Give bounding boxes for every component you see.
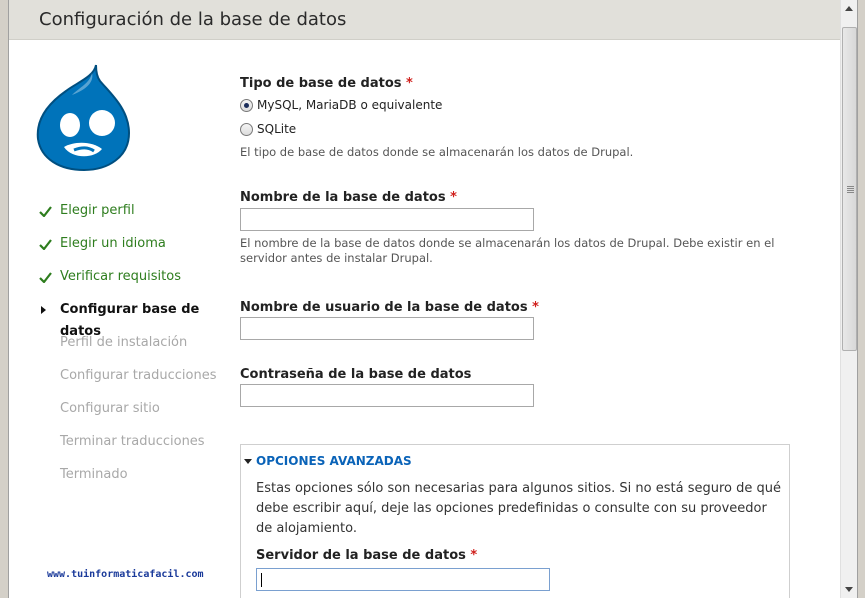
scroll-thumb[interactable]: [842, 27, 857, 351]
required-mark: *: [450, 190, 457, 205]
scroll-down-button[interactable]: [841, 581, 857, 598]
db-name-description: El nombre de la base de datos donde se a…: [240, 236, 775, 265]
db-pass-label: Contraseña de la base de datos: [240, 367, 472, 382]
step-elegir-perfil: Elegir perfil: [39, 200, 239, 233]
advanced-options-toggle[interactable]: OPCIONES AVANZADAS: [244, 454, 412, 468]
install-steps: Elegir perfil Elegir un idioma Verificar…: [39, 200, 239, 497]
radio-mysql[interactable]: [240, 98, 253, 112]
chevron-down-icon: [845, 587, 853, 592]
db-type-description: El tipo de base de datos donde se almace…: [240, 145, 634, 159]
db-user-input[interactable]: [240, 317, 534, 340]
required-mark: *: [470, 548, 478, 563]
advanced-options-description: Estas opciones sólo son necesarias para …: [256, 481, 781, 536]
step-terminado: Terminado: [39, 464, 239, 497]
page-header: Configuración de la base de datos: [9, 0, 840, 40]
triangle-down-icon: [244, 458, 252, 464]
required-mark: *: [406, 76, 413, 91]
grip-line: [847, 190, 854, 191]
db-host-input[interactable]: [256, 568, 550, 591]
step-configurar-sitio: Configurar sitio: [39, 398, 239, 431]
step-label: Elegir perfil: [60, 203, 135, 218]
window-frame-left: [0, 0, 9, 598]
db-type-option-mysql[interactable]: MySQL, MariaDB o equivalente: [240, 93, 800, 117]
chevron-up-icon: [845, 6, 853, 11]
step-label: Elegir un idioma: [60, 236, 166, 251]
step-verificar-requisitos: Verificar requisitos: [39, 266, 239, 299]
vertical-scrollbar[interactable]: [840, 0, 857, 598]
step-configurar-base-datos: Configurar base de datos: [39, 299, 239, 339]
db-name-input[interactable]: [240, 208, 534, 231]
grip-line: [847, 192, 854, 193]
step-elegir-idioma: Elegir un idioma: [39, 233, 239, 266]
db-pass-input[interactable]: [240, 384, 534, 407]
arrow-right-icon: [39, 299, 55, 321]
check-icon: [39, 233, 55, 255]
step-label: Terminar traducciones: [60, 434, 205, 449]
drupal-drop-logo: [36, 64, 131, 171]
step-configurar-traducciones: Configurar traducciones: [39, 365, 239, 398]
grip-line: [847, 186, 854, 187]
radio-sqlite[interactable]: [240, 122, 253, 136]
step-perfil-instalacion: Perfil de instalación: [39, 332, 239, 365]
database-form: Tipo de base de datos * MySQL, MariaDB o…: [240, 76, 800, 407]
grip-line: [847, 188, 854, 189]
window-frame-right: [857, 0, 865, 598]
db-name-label: Nombre de la base de datos *: [240, 190, 457, 205]
db-type-option-sqlite[interactable]: SQLite: [240, 117, 800, 141]
step-terminar-traducciones: Terminar traducciones: [39, 431, 239, 464]
check-icon: [39, 200, 55, 222]
page-title: Configuración de la base de datos: [39, 9, 347, 30]
step-label: Terminado: [60, 467, 128, 482]
option-label: MySQL, MariaDB o equivalente: [257, 98, 443, 112]
required-mark: *: [532, 300, 539, 315]
check-icon: [39, 266, 55, 288]
watermark: www.tuinformaticafacil.com: [47, 569, 204, 580]
step-label: Verificar requisitos: [60, 269, 181, 284]
db-type-label: Tipo de base de datos *: [240, 76, 413, 91]
step-label: Configurar traducciones: [60, 368, 217, 383]
text-caret: [261, 573, 262, 587]
db-host-label: Servidor de la base de datos *: [256, 548, 478, 563]
install-page: Configuración de la base de datos Elegir…: [9, 0, 840, 598]
step-label: Perfil de instalación: [60, 335, 188, 350]
step-label: Configurar sitio: [60, 401, 160, 416]
advanced-options-fieldset: OPCIONES AVANZADAS Estas opciones sólo s…: [240, 444, 790, 598]
option-label: SQLite: [257, 122, 297, 136]
scroll-up-button[interactable]: [841, 0, 857, 17]
db-user-label: Nombre de usuario de la base de datos *: [240, 300, 539, 315]
